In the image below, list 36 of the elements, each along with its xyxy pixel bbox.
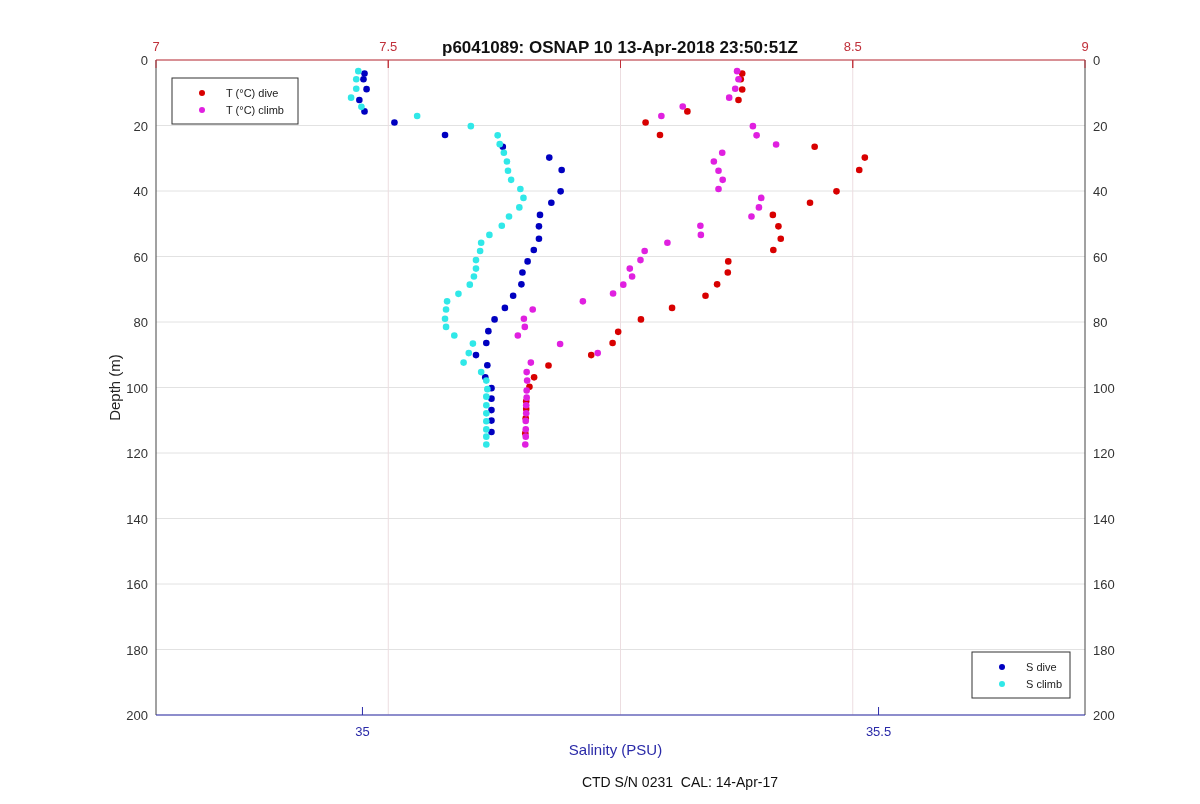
y-tick-label: 180 [1093,642,1115,658]
legend-label: S climb [1026,678,1063,690]
y-tick-label: 20 [1093,118,1108,134]
y-tick-label: 80 [1093,315,1108,330]
y-tick-label: 0 [1093,53,1101,68]
x-tick-label: 35 [355,724,370,739]
y-tick-label: 60 [133,249,148,265]
y-tick-label: 80 [133,315,148,330]
top-tick-label: 7.5 [379,39,398,54]
legend-label: S dive [1026,661,1057,673]
y-tick-label: 60 [1093,249,1108,265]
legend-label: T (°C) dive [226,87,279,99]
y-tick-label: 40 [133,184,148,199]
y-tick-label: 180 [126,642,148,658]
top-tick-label: 9 [1081,39,1089,54]
y-axis-label: Depth (m) [106,354,123,421]
y-tick-label: 200 [1093,708,1115,723]
chart-title: p6041089: OSNAP 10 13-Apr-2018 23:50:51Z [442,38,798,57]
top-tick-label: 8.5 [843,39,862,54]
y-tick-label: 20 [133,118,148,134]
x-tick-label: 35.5 [865,724,892,739]
y-tick-label: 160 [126,577,148,592]
top-tick-label: 7 [152,39,160,54]
y-tick-label: 140 [126,511,148,527]
footer-text: CTD S/N 0231 CAL: 14-Apr-17 [581,774,779,790]
y-tick-label: 120 [1093,446,1115,461]
y-tick-label: 40 [1093,184,1108,199]
legend-label: T (°C) climb [226,104,284,116]
y-tick-label: 120 [126,446,148,461]
y-tick-label: 140 [1093,511,1115,527]
y-tick-label: 0 [140,53,148,68]
y-tick-label: 100 [1093,380,1115,396]
y-tick-label: 200 [126,708,148,723]
x-axis-label: Salinity (PSU) [568,741,663,758]
y-tick-label: 160 [1093,577,1115,592]
y-tick-label: 100 [126,380,148,396]
